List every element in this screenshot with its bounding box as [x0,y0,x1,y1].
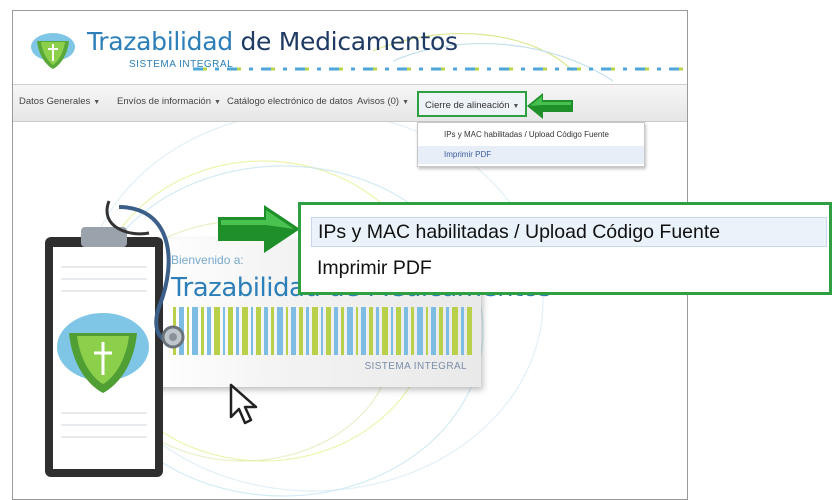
brand-dash-line [193,67,683,71]
menu-cierre-alineacion[interactable]: Cierre de alineación ▼ [417,91,527,117]
menu-label: Cierre de alineación [425,100,510,111]
zoomed-dropdown-callout: IPs y MAC habilitadas / Upload Código Fu… [298,202,832,295]
banner-subtitle: SISTEMA INTEGRAL [364,361,467,372]
brand-title-part1: Trazabilidad [87,27,233,56]
menu-label: Datos Generales [19,96,91,107]
dropdown-item-ips-mac[interactable]: IPs y MAC habilitadas / Upload Código Fu… [418,126,644,144]
menu-label: Avisos (0) [357,96,400,107]
menu-datos-generales[interactable]: Datos Generales ▼ [19,96,100,107]
brand-title: Trazabilidad de Medicamentos [87,27,458,57]
main-menu-bar: Datos Generales ▼ Envíos de información ▼ … [13,84,687,122]
dropdown-menu: IPs y MAC habilitadas / Upload Código Fu… [417,122,645,167]
caret-down-icon: ▼ [93,99,101,106]
big-green-arrow-icon [218,205,300,253]
dropdown-item-imprimir-pdf[interactable]: Imprimir PDF [418,146,644,164]
zoom-item-ips-mac[interactable]: IPs y MAC habilitadas / Upload Código Fu… [311,217,827,247]
menu-envios-informacion[interactable]: Envíos de información ▼ [117,96,221,107]
caret-down-icon: ▼ [402,99,409,106]
green-arrow-icon [527,93,573,119]
brand-title-part2: de Medicamentos [240,27,458,56]
menu-label: Catálogo electrónico de datos [227,96,353,107]
clipboard-stethoscope-icon [45,200,185,477]
menu-catalogo-electronico[interactable]: Catálogo electrónico de datos [227,96,353,107]
caret-down-icon: ▼ [214,99,221,106]
caret-down-icon: ▼ [512,103,520,110]
menu-avisos[interactable]: Avisos (0) ▼ [357,96,409,107]
mouse-cursor-icon [229,383,258,425]
brand-logo-icon [31,33,75,69]
menu-label: Envíos de información [117,96,211,107]
zoom-item-imprimir-pdf[interactable]: Imprimir PDF [317,257,432,280]
barcode-graphic-icon [173,307,472,355]
